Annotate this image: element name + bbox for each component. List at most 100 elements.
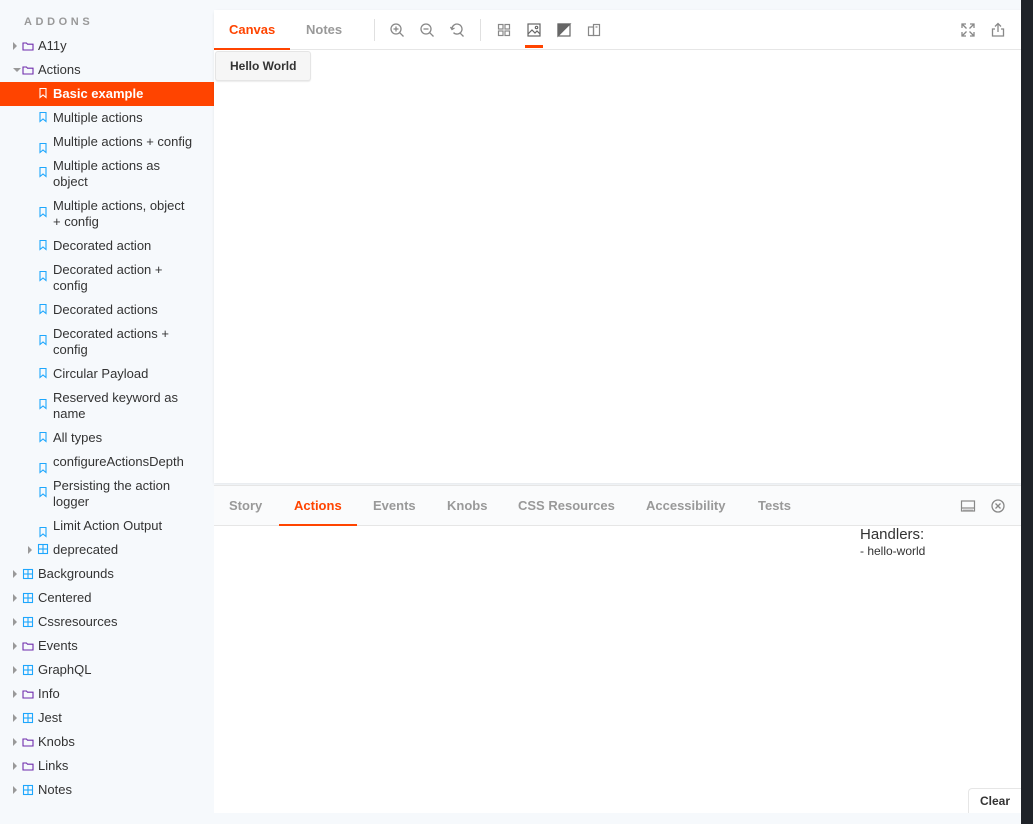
sidebar-item-all-types[interactable]: All types — [0, 426, 214, 450]
sidebar-item-label: Decorated actions — [53, 302, 158, 317]
tab-css-resources[interactable]: CSS Resources — [503, 486, 630, 526]
sidebar-item-knobs[interactable]: Knobs — [0, 730, 214, 754]
sidebar-item-cssresources[interactable]: Cssresources — [0, 610, 214, 634]
sidebar-item-a11y[interactable]: A11y — [0, 34, 214, 58]
share-icon[interactable] — [990, 22, 1006, 38]
sidebar-item-limit-action-output[interactable]: Limit Action Output — [0, 514, 214, 538]
chevron-right-icon — [13, 42, 17, 50]
bookmark-icon — [37, 166, 49, 178]
story-canvas: Hello World — [214, 50, 1021, 483]
sidebar-item-label: Info — [38, 686, 60, 701]
bookmark-icon — [37, 462, 49, 474]
sidebar-item-configureactionsdepth[interactable]: configureActionsDepth — [0, 450, 214, 474]
sidebar-item-label: Multiple actions as object — [53, 158, 160, 189]
chevron-right-icon — [28, 546, 32, 554]
sidebar-item-centered[interactable]: Centered — [0, 586, 214, 610]
component-icon — [22, 712, 34, 724]
sidebar-item-actions[interactable]: Actions — [0, 58, 214, 82]
sidebar-item-label: Decorated action + config — [53, 262, 163, 293]
tab-story[interactable]: Story — [214, 486, 277, 526]
bookmark-icon — [37, 526, 49, 538]
zoom-out-icon[interactable] — [419, 22, 435, 38]
sidebar-item-decorated-action-config[interactable]: Decorated action + config — [0, 258, 214, 298]
clear-button[interactable]: Clear — [968, 788, 1021, 813]
fullscreen-icon[interactable] — [960, 22, 976, 38]
sidebar-item-deprecated[interactable]: deprecated — [0, 538, 214, 562]
background-image-icon[interactable] — [525, 22, 543, 48]
sidebar-item-label: Events — [38, 638, 78, 653]
sidebar-item-info[interactable]: Info — [0, 682, 214, 706]
sidebar-item-label: Decorated actions + config — [53, 326, 169, 357]
tab-knobs[interactable]: Knobs — [432, 486, 502, 526]
sidebar-item-label: Cssresources — [38, 614, 118, 629]
toolbar-divider — [374, 19, 375, 41]
sidebar-item-circular-payload[interactable]: Circular Payload — [0, 362, 214, 386]
bookmark-icon — [37, 398, 49, 410]
tab-tests[interactable]: Tests — [743, 486, 806, 526]
sidebar-item-graphql[interactable]: GraphQL — [0, 658, 214, 682]
sidebar-item-notes[interactable]: Notes — [0, 778, 214, 802]
component-icon — [22, 568, 34, 580]
grid-icon[interactable] — [496, 22, 512, 38]
tab-notes[interactable]: Notes — [291, 10, 357, 50]
bookmark-icon — [37, 87, 49, 99]
chevron-right-icon — [13, 738, 17, 746]
story-tree: A11y Actions Basic example Multiple actions… — [0, 34, 214, 802]
sidebar-item-label: Multiple actions — [53, 110, 143, 125]
sidebar-item-label: Decorated action — [53, 238, 152, 253]
component-icon — [37, 543, 49, 555]
sidebar-item-multiple-actions-object-config[interactable]: Multiple actions, object + config — [0, 194, 214, 234]
sidebar-item-multiple-actions-as-object[interactable]: Multiple actions as object — [0, 154, 214, 194]
panel-layout-icon[interactable] — [960, 498, 976, 514]
sidebar-item-decorated-actions[interactable]: Decorated actions — [0, 298, 214, 322]
storybook-app: ADDONS A11y Actions Basic example Multiple … — [0, 0, 1021, 824]
sidebar-item-label: Multiple actions + config — [53, 134, 193, 149]
sidebar-item-label: Centered — [38, 590, 92, 605]
sidebar-item-jest[interactable]: Jest — [0, 706, 214, 730]
sidebar-item-label: Basic example — [53, 86, 144, 101]
sidebar-item-label: Jest — [38, 710, 62, 725]
chevron-right-icon — [13, 642, 17, 650]
chevron-right-icon — [13, 786, 17, 794]
tab-canvas[interactable]: Canvas — [214, 10, 291, 51]
hello-world-button[interactable]: Hello World — [215, 51, 312, 81]
zoom-in-icon[interactable] — [389, 22, 405, 38]
bookmark-icon — [37, 270, 49, 282]
sidebar-item-label: Reserved keyword as name — [53, 390, 178, 421]
sidebar-item-label: Links — [38, 758, 69, 773]
tab-events[interactable]: Events — [358, 486, 431, 526]
zoom-reset-icon[interactable] — [449, 22, 465, 38]
sidebar-item-links[interactable]: Links — [0, 754, 214, 778]
sidebar-item-multiple-actions-config[interactable]: Multiple actions + config — [0, 130, 214, 154]
preview-toolbar: Canvas Notes — [214, 10, 1021, 51]
bookmark-icon — [37, 239, 49, 251]
sidebar-item-reserved-keyword-as-name[interactable]: Reserved keyword as name — [0, 386, 214, 426]
sidebar-item-label: Multiple actions, object + config — [53, 198, 185, 229]
sidebar-item-events[interactable]: Events — [0, 634, 214, 658]
sidebar-item-decorated-action[interactable]: Decorated action — [0, 234, 214, 258]
tab-accessibility[interactable]: Accessibility — [631, 486, 741, 526]
bookmark-icon — [37, 334, 49, 346]
sidebar-item-label: Backgrounds — [38, 566, 114, 581]
sidebar-item-backgrounds[interactable]: Backgrounds — [0, 562, 214, 586]
sidebar-item-multiple-actions[interactable]: Multiple actions — [0, 106, 214, 130]
bookmark-icon — [37, 111, 49, 123]
sidebar-item-decorated-actions-config[interactable]: Decorated actions + config — [0, 322, 214, 362]
component-icon — [22, 664, 34, 676]
sidebar-item-label: Persisting the action logger — [53, 478, 171, 509]
close-panel-icon[interactable] — [990, 498, 1006, 514]
measure-icon[interactable] — [586, 22, 602, 38]
chevron-right-icon — [13, 762, 17, 770]
tab-actions[interactable]: Actions — [279, 486, 357, 527]
handler-item: - hello-world — [860, 544, 926, 558]
sidebar-item-label: Notes — [38, 782, 72, 797]
component-icon — [22, 592, 34, 604]
sidebar-item-label: GraphQL — [38, 662, 92, 677]
contrast-icon[interactable] — [556, 22, 572, 38]
addon-tabs: Story Actions Events Knobs CSS Resources… — [214, 486, 1021, 527]
addon-panel: Story Actions Events Knobs CSS Resources… — [214, 485, 1021, 813]
sidebar-item-persisting-the-action-logger[interactable]: Persisting the action logger — [0, 474, 214, 514]
sidebar-item-label: Knobs — [38, 734, 75, 749]
sidebar-item-label: deprecated — [53, 542, 119, 557]
sidebar-item-basic-example[interactable]: Basic example — [0, 82, 214, 106]
